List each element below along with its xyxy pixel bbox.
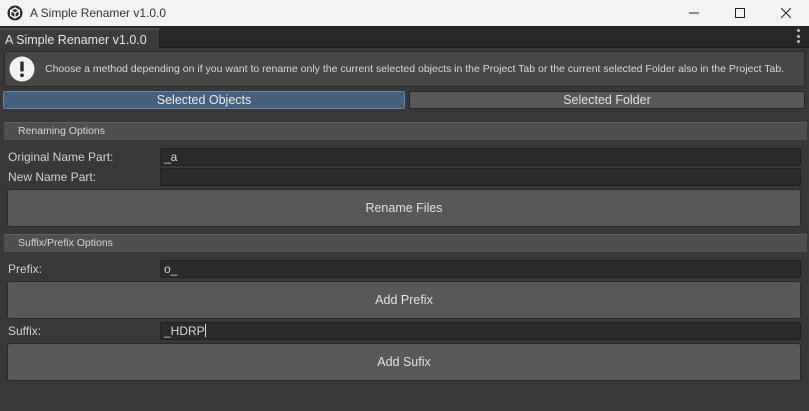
info-help-box: Choose a method depending on if you want… — [4, 51, 805, 87]
minimize-icon — [689, 12, 699, 14]
suffix-prefix-options-header[interactable]: Suffix/Prefix Options — [4, 234, 807, 252]
text-caret — [204, 324, 206, 337]
close-icon — [781, 8, 791, 18]
new-name-input[interactable] — [160, 168, 801, 186]
add-suffix-button[interactable]: Add Sufix — [7, 343, 801, 381]
help-text: Choose a method depending on if you want… — [45, 63, 785, 75]
original-name-input[interactable] — [160, 148, 801, 166]
add-prefix-button[interactable]: Add Prefix — [7, 281, 801, 319]
window-title-bar: A Simple Renamer v1.0.0 — [0, 0, 809, 26]
suffix-input[interactable]: _HDRP — [160, 322, 801, 340]
renaming-options-header[interactable]: Renaming Options — [4, 122, 807, 140]
minimize-button[interactable] — [671, 0, 717, 26]
kebab-menu-icon[interactable] — [793, 29, 803, 43]
new-name-label: New Name Part: — [8, 170, 97, 184]
unity-logo-icon — [7, 5, 23, 21]
tab-simple-renamer[interactable]: A Simple Renamer v1.0.0 — [0, 28, 160, 48]
window-controls — [671, 0, 809, 26]
close-button[interactable] — [763, 0, 809, 26]
maximize-button[interactable] — [717, 0, 763, 26]
suffix-label: Suffix: — [8, 324, 42, 338]
suffix-value: _HDRP — [164, 324, 205, 338]
maximize-icon — [735, 8, 745, 18]
rename-files-button[interactable]: Rename Files — [7, 189, 801, 227]
info-icon — [9, 56, 35, 82]
window-title: A Simple Renamer v1.0.0 — [30, 6, 167, 20]
original-name-label: Original Name Part: — [8, 150, 114, 164]
selected-objects-toggle[interactable]: Selected Objects — [3, 91, 405, 109]
prefix-label: Prefix: — [8, 262, 43, 276]
editor-tab-strip: A Simple Renamer v1.0.0 — [0, 26, 809, 48]
prefix-input[interactable] — [160, 260, 801, 278]
selected-folder-toggle[interactable]: Selected Folder — [409, 91, 805, 109]
